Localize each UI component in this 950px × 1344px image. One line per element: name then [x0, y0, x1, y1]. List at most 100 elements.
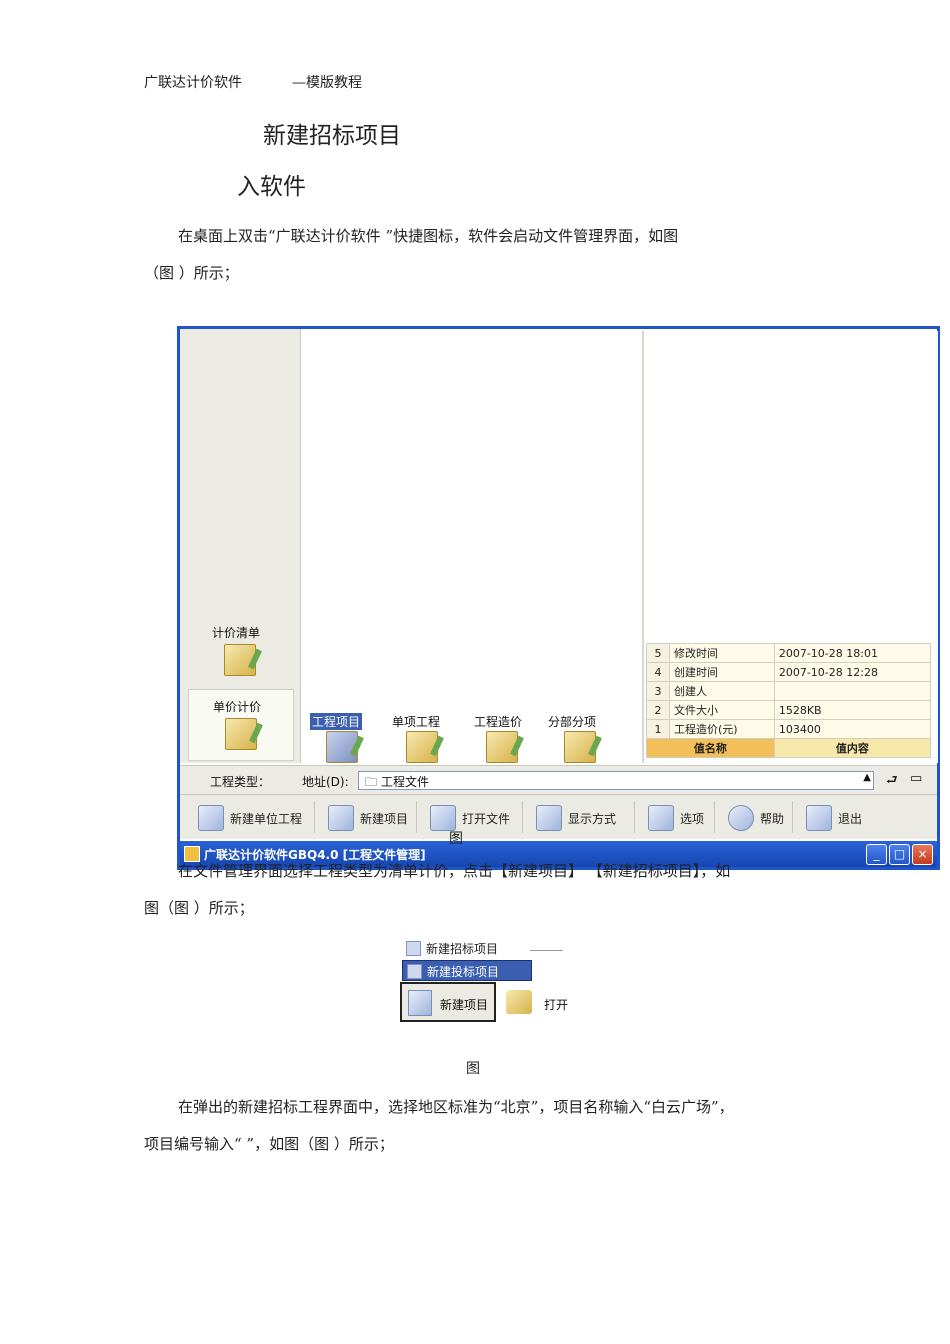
- header-right: —模版教程: [292, 75, 362, 91]
- paragraph-1-line-2: （图 ）所示；: [144, 264, 239, 282]
- project-file-icon[interactable]: [326, 731, 358, 763]
- info-value: 2007-10-28 18:01: [773, 643, 932, 663]
- cost-file-icon[interactable]: [486, 731, 518, 763]
- project-type-label: 工程类型：: [210, 775, 271, 789]
- new-project-button[interactable]: 新建项目: [320, 801, 417, 833]
- row-number: 4: [646, 662, 670, 682]
- new-project-menu-screenshot: 新建招标项目 新建投标项目 新建项目 打开: [400, 934, 568, 1024]
- sidebar-item-2-label: 单价计价: [213, 700, 262, 714]
- file-type-label-3[interactable]: 工程造价: [474, 713, 522, 730]
- exit-button[interactable]: 退出: [798, 801, 882, 833]
- divider: [530, 950, 563, 951]
- single-project-icon[interactable]: [406, 731, 438, 763]
- folder-icon: 🗀: [365, 775, 378, 789]
- toolbar-label: 显示方式: [568, 812, 617, 826]
- open-file-button[interactable]: 打开文件: [422, 801, 523, 833]
- file-manager-screenshot: 计价清单 单价计价 工程项目 单项工程 工程造价 分部分项 5 修改时间 200…: [177, 326, 940, 870]
- maximize-button[interactable]: □: [889, 844, 910, 865]
- info-label: 文件大小: [669, 700, 775, 720]
- tender-project-icon: [406, 941, 421, 956]
- info-header-value: 值内容: [773, 738, 932, 758]
- table-row: 5 修改时间 2007-10-28 18:01: [646, 643, 932, 663]
- dropdown-arrow-icon[interactable]: ▲: [863, 772, 871, 783]
- file-type-label-4[interactable]: 分部分项: [548, 713, 596, 730]
- paragraph-1-line-1: 在桌面上双击“广联达计价软件 ”快捷图标，软件会启动文件管理界面，如图: [178, 227, 679, 245]
- options-button[interactable]: 选项: [640, 801, 715, 833]
- file-type-label-2[interactable]: 单项工程: [392, 713, 440, 730]
- sidebar: 计价清单 单价计价: [180, 329, 301, 763]
- file-info-table: 5 修改时间 2007-10-28 18:01 4 创建时间 2007-10-2…: [646, 643, 932, 758]
- address-label: 地址(D):: [302, 775, 349, 789]
- view-icon[interactable]: ▭: [910, 771, 922, 786]
- row-number: 1: [646, 719, 670, 739]
- new-project-label: 新建项目: [440, 998, 489, 1012]
- menu-item-label: 新建投标项目: [427, 965, 500, 979]
- path-bar: 工程类型： 地址(D): 🗀 工程文件 ▲ ⮐ ▭: [180, 765, 937, 795]
- minimize-button[interactable]: _: [866, 844, 887, 865]
- display-mode-icon: [536, 805, 562, 831]
- header-left: 广联达计价软件: [144, 75, 242, 91]
- table-row: 3 创建人: [646, 681, 932, 701]
- itemized-file-icon[interactable]: [564, 731, 596, 763]
- info-label: 工程造价(元): [669, 719, 775, 739]
- exit-icon: [806, 805, 832, 831]
- paragraph-3-line-1: 在弹出的新建招标工程界面中，选择地区标准为“北京”，项目名称输入“白云广场”，: [178, 1098, 734, 1116]
- figure-1-caption: 图: [449, 831, 463, 847]
- table-row: 4 创建时间 2007-10-28 12:28: [646, 662, 932, 682]
- row-number: 5: [646, 643, 670, 663]
- paragraph-2-line-1: 在文件管理界面选择工程类型为清单计价，点击【新建项目】 【新建招标项目】，如: [178, 862, 731, 880]
- table-row: 2 文件大小 1528KB: [646, 700, 932, 720]
- new-project-icon: [328, 805, 354, 831]
- toolbar: 新建单位工程 新建项目 打开文件 显示方式 选项 帮助 退出: [180, 795, 937, 839]
- toolbar-label: 选项: [680, 812, 705, 826]
- file-info-pane: 5 修改时间 2007-10-28 18:01 4 创建时间 2007-10-2…: [644, 331, 938, 763]
- file-type-label-1[interactable]: 工程项目: [310, 713, 363, 730]
- row-number: 2: [646, 700, 670, 720]
- info-value: 2007-10-28 12:28: [773, 662, 932, 682]
- open-file-icon: [506, 990, 532, 1014]
- toolbar-label: 新建单位工程: [230, 812, 303, 826]
- close-button[interactable]: ×: [912, 844, 933, 865]
- options-icon: [648, 805, 674, 831]
- pricing-icon: [224, 644, 256, 676]
- menu-item-tender-project[interactable]: 新建招标项目: [402, 938, 530, 957]
- bid-project-icon: [407, 964, 422, 979]
- help-button[interactable]: 帮助: [720, 801, 793, 833]
- display-mode-button[interactable]: 显示方式: [528, 801, 635, 833]
- info-value: 1528KB: [773, 700, 932, 720]
- info-value: [773, 681, 932, 701]
- menu-item-bid-project[interactable]: 新建投标项目: [402, 960, 532, 981]
- row-number: 3: [646, 681, 670, 701]
- sidebar-item-1[interactable]: 计价清单: [188, 614, 292, 684]
- info-label: 创建人: [669, 681, 775, 701]
- figure-2-caption: 图: [466, 1061, 480, 1077]
- toolbar-label: 退出: [838, 812, 863, 826]
- new-unit-project-icon: [198, 805, 224, 831]
- address-input[interactable]: 🗀 工程文件 ▲: [358, 771, 874, 790]
- toolbar-label: 新建项目: [360, 812, 409, 826]
- toolbar-label: 帮助: [760, 812, 785, 826]
- info-label: 修改时间: [669, 643, 775, 663]
- new-unit-project-button[interactable]: 新建单位工程: [190, 801, 315, 833]
- paragraph-2-line-2: 图（图 ）所示；: [144, 899, 254, 917]
- new-project-button[interactable]: 新建项目: [400, 982, 496, 1022]
- sidebar-item-1-label: 计价清单: [212, 626, 261, 640]
- info-value: 103400: [773, 719, 932, 739]
- help-icon: [728, 805, 754, 831]
- sidebar-item-2[interactable]: 单价计价: [188, 689, 294, 761]
- paragraph-3-line-2: 项目编号输入“ ”，如图（图 ）所示；: [144, 1135, 394, 1153]
- table-header: 值名称 值内容: [646, 738, 932, 758]
- subsection-heading: 入软件: [237, 174, 306, 200]
- open-file-label: 打开: [544, 998, 569, 1012]
- address-value: 工程文件: [381, 775, 430, 789]
- info-header-name: 值名称: [646, 738, 775, 758]
- table-row: 1 工程造价(元) 103400: [646, 719, 932, 739]
- pricing-icon: [225, 718, 257, 750]
- go-icon[interactable]: ⮐: [886, 771, 898, 793]
- new-project-icon: [408, 990, 432, 1016]
- menu-item-label: 新建招标项目: [426, 942, 499, 956]
- file-type-pane: 工程项目 单项工程 工程造价 分部分项: [302, 331, 644, 763]
- section-heading: 新建招标项目: [263, 123, 401, 149]
- info-label: 创建时间: [669, 662, 775, 682]
- toolbar-label: 打开文件: [462, 812, 511, 826]
